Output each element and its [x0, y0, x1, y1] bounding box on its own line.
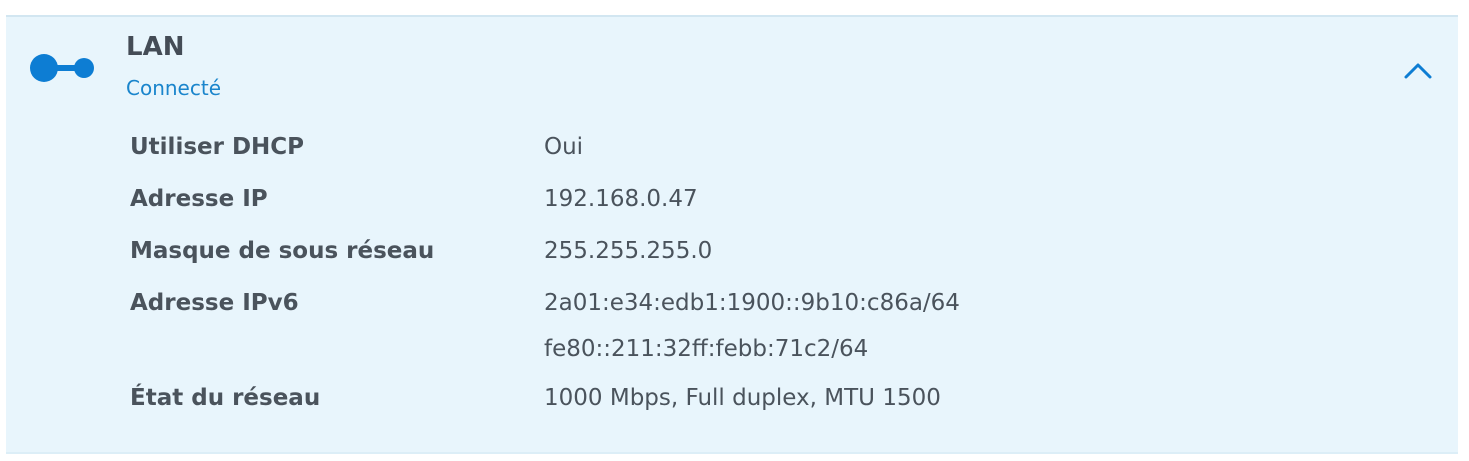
detail-row-network-state: État du réseau 1000 Mbps, Full duplex, M…	[130, 372, 1330, 424]
detail-row-ipv6: Adresse IPv6 2a01:e34:edb1:1900::9b10:c8…	[130, 277, 1330, 372]
connection-status: Connecté	[126, 76, 221, 100]
detail-row-dhcp: Utiliser DHCP Oui	[130, 121, 1330, 173]
network-title: LAN	[126, 32, 185, 62]
detail-label: État du réseau	[130, 385, 321, 411]
detail-value: 2a01:e34:edb1:1900::9b10:c86a/64	[544, 290, 960, 316]
connection-icon	[30, 54, 94, 82]
lan-panel: LAN Connecté Utiliser DHCP Oui Adresse I…	[6, 15, 1458, 454]
detail-row-ip: Adresse IP 192.168.0.47	[130, 173, 1330, 225]
detail-value: 1000 Mbps, Full duplex, MTU 1500	[544, 385, 941, 411]
page: LAN Connecté Utiliser DHCP Oui Adresse I…	[0, 0, 1469, 461]
detail-value: 255.255.255.0	[544, 238, 713, 264]
detail-label: Adresse IP	[130, 186, 268, 212]
chevron-up-icon	[1404, 63, 1432, 79]
detail-label: Utiliser DHCP	[130, 134, 305, 160]
detail-row-subnet: Masque de sous réseau 255.255.255.0	[130, 225, 1330, 277]
detail-value: fe80::211:32ff:febb:71c2/64	[544, 336, 869, 362]
detail-label: Masque de sous réseau	[130, 238, 435, 264]
collapse-button[interactable]	[1398, 53, 1438, 85]
detail-value: Oui	[544, 134, 584, 160]
details-list: Utiliser DHCP Oui Adresse IP 192.168.0.4…	[130, 121, 1330, 424]
detail-value: 192.168.0.47	[544, 186, 698, 212]
detail-label: Adresse IPv6	[130, 290, 299, 316]
